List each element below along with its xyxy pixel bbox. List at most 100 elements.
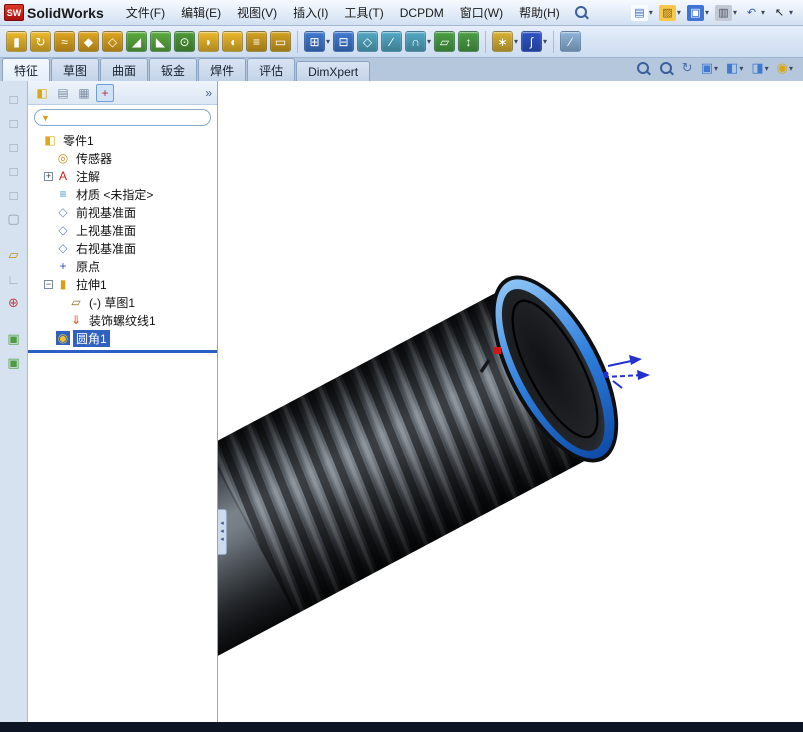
- threaded-rod-model[interactable]: [218, 256, 644, 722]
- menu-tools[interactable]: 工具(T): [336, 1, 391, 24]
- search-icon[interactable]: [574, 5, 589, 20]
- dropdown-arrow-icon[interactable]: ▾: [765, 64, 769, 73]
- new-document-button[interactable]: ▤ ▾: [630, 4, 653, 21]
- tree-item-material[interactable]: ≡ 材质 <未指定>: [28, 185, 217, 203]
- tree-item-fillet1[interactable]: ◉ 圆角1: [28, 329, 217, 347]
- loft-boss-button[interactable]: ◆: [78, 31, 99, 52]
- menu-dcpdm[interactable]: DCPDM: [392, 3, 452, 23]
- rollback-bar[interactable]: [28, 350, 217, 353]
- featuremanager-tab-icon[interactable]: ◧: [33, 84, 51, 102]
- dimxpertmanager-tab-icon[interactable]: +: [96, 83, 114, 102]
- save-document-button[interactable]: ▣ ▾: [686, 4, 709, 21]
- undo-button[interactable]: ↶ ▾: [743, 5, 765, 21]
- tree-item-origin[interactable]: + 原点: [28, 257, 217, 275]
- expand-icon[interactable]: +: [44, 171, 53, 181]
- sketch-edit-icon[interactable]: ▱: [4, 245, 24, 265]
- collapse-icon[interactable]: −: [44, 279, 53, 289]
- dropdown-arrow-icon[interactable]: ▾: [677, 8, 681, 17]
- tree-item-front-plane[interactable]: ◇ 前视基准面: [28, 203, 217, 221]
- mate-icon[interactable]: ⊕: [4, 293, 24, 313]
- menu-window[interactable]: 窗口(W): [452, 1, 511, 24]
- filter-bar[interactable]: ▼: [34, 109, 211, 126]
- chamfer-button[interactable]: ◖: [222, 31, 243, 52]
- menu-file[interactable]: 文件(F): [118, 1, 173, 24]
- tree-item-top-plane[interactable]: ◇ 上视基准面: [28, 221, 217, 239]
- zoom-to-fit-button[interactable]: [636, 61, 651, 76]
- dropdown-arrow-icon[interactable]: ▾: [789, 64, 793, 73]
- display-style-button[interactable]: ◧ ▾: [726, 60, 743, 76]
- extruded-cut-button[interactable]: ◢: [126, 31, 147, 52]
- extrude-boss-button[interactable]: ▮: [6, 31, 27, 52]
- tab-曲面[interactable]: 曲面: [100, 58, 149, 81]
- reference-plane-button[interactable]: ◇: [357, 31, 379, 52]
- dropdown-arrow-icon[interactable]: ▾: [789, 8, 793, 17]
- view-front-icon[interactable]: □: [4, 113, 24, 133]
- menu-edit[interactable]: 编辑(E): [173, 1, 229, 24]
- linear-pattern-button[interactable]: ⊞ ▾: [304, 31, 330, 52]
- view-palette-icon[interactable]: □: [4, 89, 24, 109]
- tree-item-right-plane[interactable]: ◇ 右视基准面: [28, 239, 217, 257]
- panel-chevron-icon[interactable]: »: [205, 86, 212, 100]
- menu-view[interactable]: 视图(V): [229, 1, 285, 24]
- tab-焊件[interactable]: 焊件: [198, 58, 247, 81]
- open-document-button[interactable]: ▨ ▾: [658, 4, 681, 21]
- boundary-boss-button[interactable]: ◇: [102, 31, 123, 52]
- tab-钣金[interactable]: 钣金: [149, 58, 198, 81]
- zoom-to-area-button[interactable]: [659, 61, 674, 76]
- tree-item-annotations[interactable]: + A 注解: [28, 167, 217, 185]
- model-3d-view[interactable]: [218, 81, 803, 722]
- dropdown-arrow-icon[interactable]: ▾: [427, 37, 431, 46]
- hide-show-button[interactable]: ◨ ▾: [751, 60, 768, 76]
- tab-DimXpert[interactable]: DimXpert: [296, 61, 371, 81]
- hole-wizard-button[interactable]: ⊙: [174, 31, 195, 52]
- dropdown-arrow-icon[interactable]: ▾: [714, 64, 718, 73]
- smart-dimension-button[interactable]: ↕: [458, 31, 480, 52]
- print-document-button[interactable]: ▥ ▾: [714, 4, 737, 21]
- revolved-cut-button[interactable]: ◣: [150, 31, 171, 52]
- tree-item-extrude1[interactable]: − ▮ 拉伸1: [28, 275, 217, 293]
- swept-boss-button[interactable]: ≈: [54, 31, 75, 52]
- settings-icon[interactable]: ▣: [4, 353, 24, 373]
- view-right-icon[interactable]: □: [4, 161, 24, 181]
- dropdown-arrow-icon[interactable]: ▾: [649, 8, 653, 17]
- menu-insert[interactable]: 插入(I): [285, 1, 336, 24]
- appearance-button[interactable]: ◉ ▾: [777, 60, 793, 76]
- tree-item-sketch1[interactable]: ▱ (-) 草图1: [28, 293, 217, 311]
- dropdown-arrow-icon[interactable]: ▾: [739, 64, 743, 73]
- reference-axis-button[interactable]: ∕: [381, 31, 403, 52]
- view-iso-icon[interactable]: □: [4, 185, 24, 205]
- dropdown-arrow-icon[interactable]: ▾: [326, 37, 330, 46]
- shell-button[interactable]: ▭: [270, 31, 291, 52]
- panel-splitter-handle[interactable]: ◂ ◂ ◂: [218, 509, 227, 555]
- select-tool-button[interactable]: ∕: [560, 31, 582, 52]
- menu-help[interactable]: 帮助(H): [511, 1, 568, 24]
- dropdown-arrow-icon[interactable]: ▾: [514, 37, 518, 46]
- dropdown-arrow-icon[interactable]: ▾: [543, 37, 547, 46]
- sketch-button[interactable]: ▱: [434, 31, 456, 52]
- rib-button[interactable]: ≡: [246, 31, 267, 52]
- tree-item-part1[interactable]: ◧ 零件1: [28, 131, 217, 149]
- dropdown-arrow-icon[interactable]: ▾: [761, 8, 765, 17]
- tab-评估[interactable]: 评估: [247, 58, 296, 81]
- mirror-button[interactable]: ⊟: [333, 31, 355, 52]
- dimension-icon[interactable]: ∟: [4, 269, 24, 289]
- tab-特征[interactable]: 特征: [2, 58, 51, 81]
- propertymanager-tab-icon[interactable]: ▤: [54, 84, 72, 102]
- view-section-icon[interactable]: ▢: [4, 209, 24, 229]
- appearances-button[interactable]: ∗ ▾: [492, 31, 518, 52]
- tree-item-sensors[interactable]: ◎ 传感器: [28, 149, 217, 167]
- previous-view-button[interactable]: ↻: [682, 60, 693, 76]
- tree-item-cosmetic-thread1[interactable]: ⇓ 装饰螺纹线1: [28, 311, 217, 329]
- tab-草图[interactable]: 草图: [51, 58, 100, 81]
- select-pointer-button[interactable]: ↖ ▾: [771, 5, 793, 21]
- rebuild-icon[interactable]: ▣: [4, 329, 24, 349]
- revolve-boss-button[interactable]: ↻: [30, 31, 51, 52]
- spline-tool-button[interactable]: ∫ ▾: [521, 31, 547, 52]
- dropdown-arrow-icon[interactable]: ▾: [705, 8, 709, 17]
- dropdown-arrow-icon[interactable]: ▾: [733, 8, 737, 17]
- view-orientation-button[interactable]: ▣ ▾: [701, 60, 718, 76]
- graphics-viewport[interactable]: ◂ ◂ ◂: [218, 81, 803, 722]
- fillet-button[interactable]: ◗: [198, 31, 219, 52]
- view-top-icon[interactable]: □: [4, 137, 24, 157]
- configurationmanager-tab-icon[interactable]: ▦: [75, 84, 93, 102]
